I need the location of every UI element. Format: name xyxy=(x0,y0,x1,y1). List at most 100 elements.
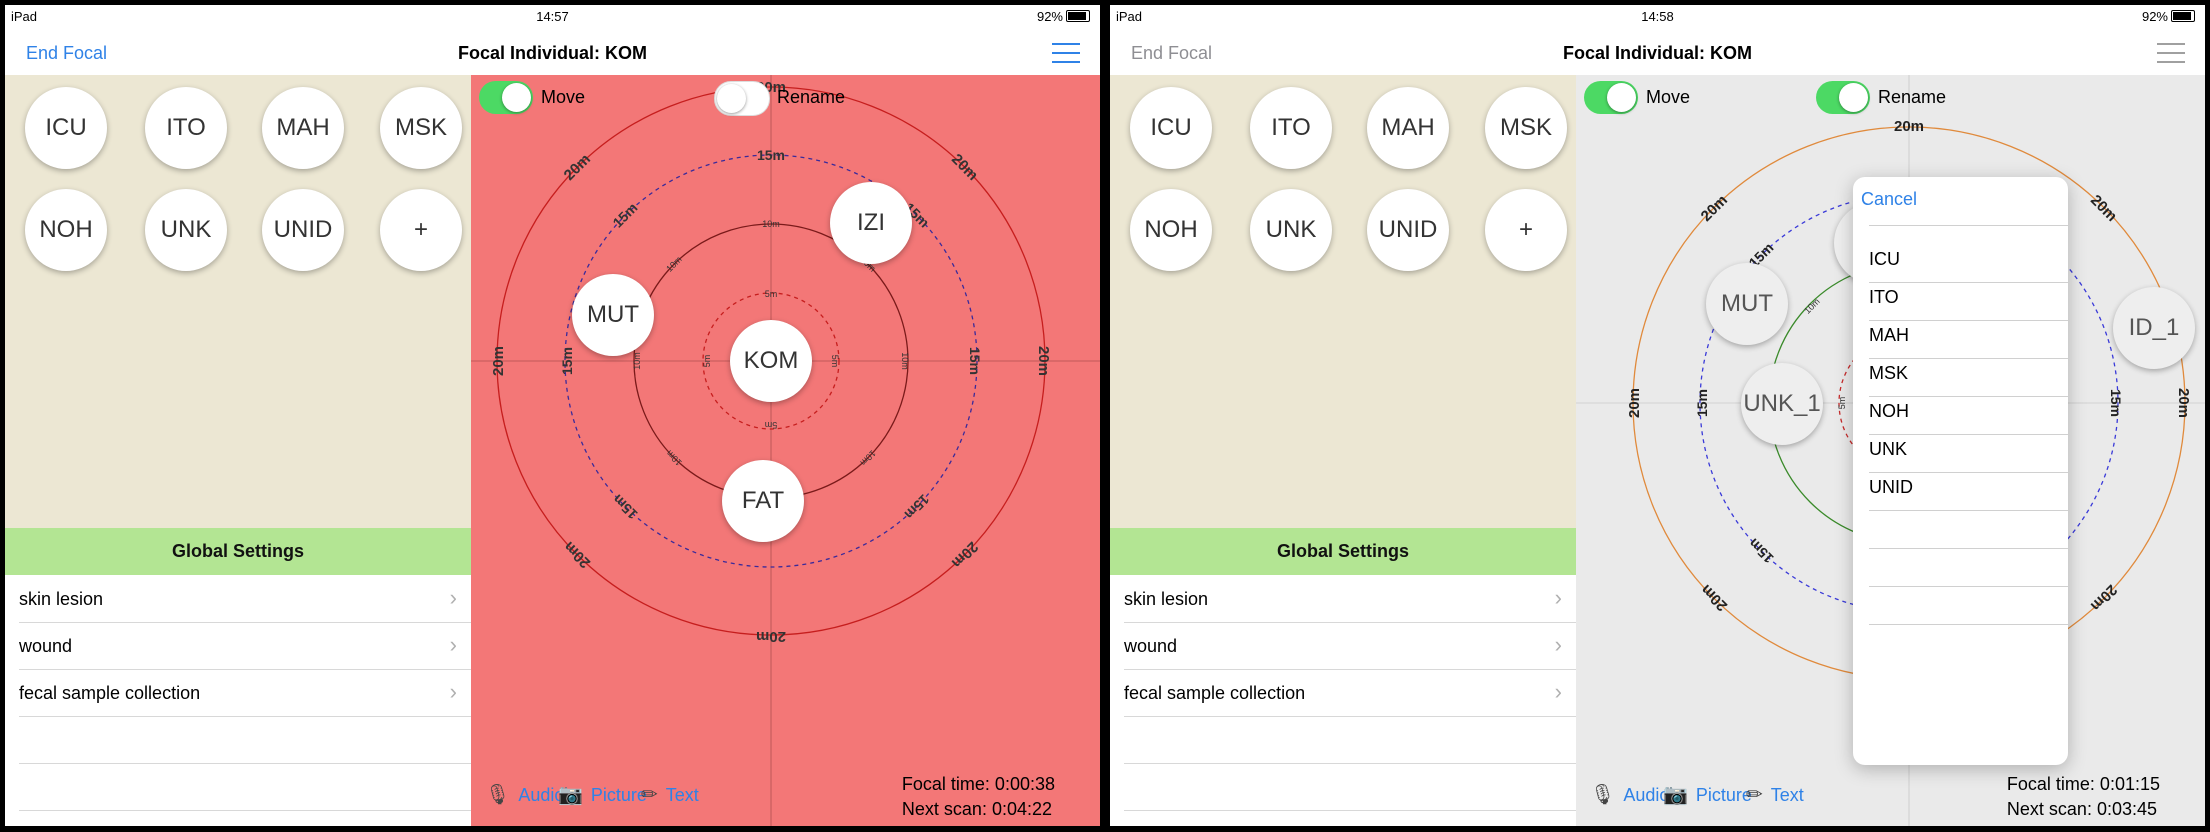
status-bar: iPad 14:57 92% xyxy=(5,5,1100,31)
settings-row[interactable]: fecal sample collection › xyxy=(1124,669,1576,717)
battery-icon xyxy=(1066,10,1090,22)
chevron-right-icon: › xyxy=(1554,585,1562,610)
ring-label-20m: 20m xyxy=(1894,118,1924,135)
ring-label-20m: 20m xyxy=(1626,388,1643,418)
individual-marker[interactable]: IZI xyxy=(830,182,912,264)
chip-unk[interactable]: UNK xyxy=(145,189,227,271)
microphone-icon: 🎙 xyxy=(1590,784,1616,806)
rename-option[interactable]: NOH xyxy=(1869,401,1909,422)
focal-individual-marker[interactable]: KOM xyxy=(730,320,812,402)
ring-label-5m: 5m xyxy=(765,289,778,299)
pencil-icon: ✏ xyxy=(641,784,658,806)
ring-label-15m: 15m xyxy=(2108,389,2124,417)
settings-row[interactable]: skin lesion › xyxy=(1124,575,1576,623)
chip-ito[interactable]: ITO xyxy=(1250,87,1332,169)
chip-noh[interactable]: NOH xyxy=(25,189,107,271)
pencil-icon: ✏ xyxy=(1746,784,1763,806)
navigation-bar: End Focal Focal Individual: KOM xyxy=(5,31,1100,76)
text-button[interactable]: ✏ Text xyxy=(1746,782,1804,807)
proximity-map[interactable]: 20m 20m 20m 20m 20m 20m 20m 20m 15m 15m … xyxy=(471,75,1100,826)
settings-row[interactable]: wound › xyxy=(1124,622,1576,670)
camera-icon: 📷 xyxy=(1663,784,1688,806)
audio-button[interactable]: 🎙 Audio xyxy=(485,782,564,807)
individual-marker[interactable]: ID_1 xyxy=(2113,287,2195,369)
rename-label: Rename xyxy=(777,87,846,107)
chevron-right-icon: › xyxy=(1554,632,1562,657)
ring-label-5m: 5m xyxy=(830,355,840,368)
individuals-panel: ICU ITO MAH MSK NOH UNK UNID + Global Se… xyxy=(1110,75,1576,826)
focal-time: Focal time: 0:00:38 xyxy=(901,774,1055,794)
move-toggle[interactable] xyxy=(1584,81,1638,114)
individual-marker[interactable]: FAT xyxy=(722,460,804,542)
clock: 14:57 xyxy=(536,9,569,24)
status-bar: iPad 14:58 92% xyxy=(1110,5,2205,31)
settings-row[interactable]: skin lesion › xyxy=(19,575,471,623)
move-label: Move xyxy=(1646,87,1691,107)
empty-row xyxy=(19,763,471,811)
individuals-panel: ICU ITO MAH MSK NOH UNK UNID + Global Se… xyxy=(5,75,471,826)
battery-icon xyxy=(2171,10,2195,22)
audio-button[interactable]: 🎙 Audio xyxy=(1590,782,1669,807)
rename-option[interactable]: UNID xyxy=(1869,477,1913,498)
ring-label-15m: 15m xyxy=(609,199,640,230)
individual-marker[interactable]: MUT xyxy=(572,274,654,356)
settings-row[interactable]: fecal sample collection › xyxy=(19,669,471,717)
rename-option[interactable]: ITO xyxy=(1869,287,1899,308)
text-button[interactable]: ✏ Text xyxy=(641,782,699,807)
rename-option[interactable]: ICU xyxy=(1869,249,1900,270)
hamburger-icon[interactable] xyxy=(2157,43,2185,63)
microphone-icon: 🎙 xyxy=(485,784,511,806)
global-settings-header: Global Settings xyxy=(1110,528,1576,575)
distance-rings: 20m 20m 20m 20m 20m 20m 20m 20m 15m 15m … xyxy=(471,75,1100,826)
chip-mah[interactable]: MAH xyxy=(1367,87,1449,169)
clock: 14:58 xyxy=(1641,9,1674,24)
battery-indicator: 92% xyxy=(2142,9,2195,24)
chip-msk[interactable]: MSK xyxy=(380,87,462,169)
ring-label-20m: 20m xyxy=(1035,346,1052,376)
rename-toggle[interactable] xyxy=(714,81,770,116)
hamburger-icon[interactable] xyxy=(1052,43,1080,63)
chip-ito[interactable]: ITO xyxy=(145,87,227,169)
add-individual-button[interactable]: + xyxy=(380,189,462,271)
chevron-right-icon: › xyxy=(449,679,457,704)
rename-option[interactable]: MAH xyxy=(1869,325,1909,346)
focal-time: Focal time: 0:01:15 xyxy=(2006,774,2160,794)
individual-marker[interactable]: MUT xyxy=(1706,263,1788,345)
settings-list: skin lesion › wound › fecal sample collect… xyxy=(5,575,471,826)
settings-row[interactable]: wound › xyxy=(19,622,471,670)
rename-option[interactable]: UNK xyxy=(1869,439,1907,460)
battery-percent: 92% xyxy=(2141,9,2168,24)
chevron-right-icon: › xyxy=(449,632,457,657)
cancel-button[interactable]: Cancel xyxy=(1861,189,1917,210)
ring-label-15m: 15m xyxy=(1745,535,1776,566)
picture-button[interactable]: 📷 Picture xyxy=(1663,782,1752,807)
ring-label-5m: 5m xyxy=(702,355,712,368)
chip-unid[interactable]: UNID xyxy=(1367,189,1449,271)
chip-unk[interactable]: UNK xyxy=(1250,189,1332,271)
chip-mah[interactable]: MAH xyxy=(262,87,344,169)
battery-percent: 92% xyxy=(1036,9,1063,24)
empty-row xyxy=(1124,716,1576,764)
move-toggle[interactable] xyxy=(479,81,533,114)
ring-label-10m: 10m xyxy=(900,352,910,370)
ipad-screen-right: iPad 14:58 92% End Focal Focal Individua… xyxy=(1110,5,2205,826)
ring-label-10m: 10m xyxy=(632,352,642,370)
ring-label-15m: 15m xyxy=(1694,389,1710,417)
chevron-right-icon: › xyxy=(449,585,457,610)
chip-unid[interactable]: UNID xyxy=(262,189,344,271)
rename-toggle[interactable] xyxy=(1816,81,1870,114)
chip-icu[interactable]: ICU xyxy=(1130,87,1212,169)
individual-marker[interactable]: UNK_1 xyxy=(1741,363,1823,445)
chevron-right-icon: › xyxy=(1554,679,1562,704)
chip-msk[interactable]: MSK xyxy=(1485,87,1567,169)
page-title: Focal Individual: KOM xyxy=(457,43,647,63)
chip-icu[interactable]: ICU xyxy=(25,87,107,169)
next-scan: Next scan: 0:03:45 xyxy=(2006,799,2157,819)
page-title: Focal Individual: KOM xyxy=(1562,43,1752,63)
ring-label-15m: 15m xyxy=(901,491,932,522)
picture-button[interactable]: 📷 Picture xyxy=(558,782,647,807)
chip-noh[interactable]: NOH xyxy=(1130,189,1212,271)
rename-option[interactable]: MSK xyxy=(1869,363,1908,384)
camera-icon: 📷 xyxy=(558,784,583,806)
add-individual-button[interactable]: + xyxy=(1485,189,1567,271)
